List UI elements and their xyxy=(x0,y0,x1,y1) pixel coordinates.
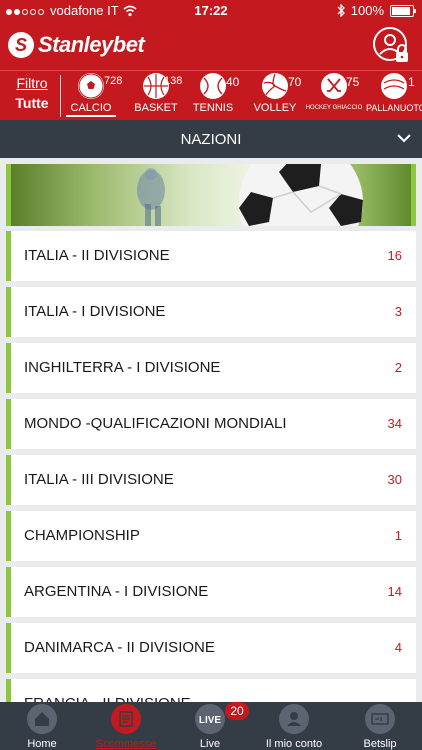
tab-label: Il mio conto xyxy=(265,738,323,750)
league-row[interactable]: CHAMPIONSHIP 1 xyxy=(6,511,416,561)
league-row[interactable]: ITALIA - I DIVISIONE 3 xyxy=(6,287,416,337)
hockey-sticks-icon xyxy=(321,73,347,99)
sport-label: HOCKEY GHIACCIO xyxy=(305,105,363,111)
tab-label: Home xyxy=(27,738,57,750)
league-row[interactable]: MONDO -QUALIFICAZIONI MONDIALI 34 xyxy=(6,399,416,449)
section-title: NAZIONI xyxy=(180,131,242,148)
league-name: DANIMARCA - II DIVISIONE xyxy=(24,639,215,656)
league-name: ARGENTINA - I DIVISIONE xyxy=(24,583,209,600)
battery-icon xyxy=(390,4,416,17)
league-name: INGHILTERRA - I DIVISIONE xyxy=(24,359,221,376)
volleyball-icon xyxy=(262,73,288,99)
league-count: 3 xyxy=(394,304,402,319)
tab-label: Betslip xyxy=(363,738,397,750)
league-count: 1 xyxy=(394,528,402,543)
sport-tab-tennis[interactable]: 40 TENNIS xyxy=(188,73,240,119)
bottom-tab-bar: Home Scommesse LIVE Live Il mio conto Be… xyxy=(0,702,422,750)
league-name: CHAMPIONSHIP xyxy=(24,527,140,544)
home-icon xyxy=(27,704,57,734)
sport-tab-basket[interactable]: 138 BASKET xyxy=(126,73,186,119)
tab-label: Scommesse xyxy=(95,738,157,750)
tennis-ball-icon xyxy=(200,73,226,99)
sport-label: CALCIO xyxy=(66,102,116,117)
filter-value: Tutte xyxy=(15,95,49,111)
battery-percent: 100% xyxy=(350,3,384,18)
logo-mark-icon: S xyxy=(8,32,34,58)
league-count: 16 xyxy=(387,248,402,263)
user-icon xyxy=(279,704,309,734)
tab-betslip[interactable]: Betslip xyxy=(338,702,422,750)
league-count: 30 xyxy=(387,472,402,487)
live-icon: LIVE xyxy=(195,704,225,734)
live-count-badge: 20 xyxy=(225,702,249,720)
tab-scommesse[interactable]: Scommesse xyxy=(84,702,168,750)
sport-tab-volley[interactable]: 70 VOLLEY xyxy=(250,73,302,119)
sport-count: 40 xyxy=(226,75,240,89)
status-bar: vodafone IT 17:22 100% xyxy=(0,0,422,22)
league-name: ITALIA - III DIVISIONE xyxy=(24,471,174,488)
betslip-icon xyxy=(365,704,395,734)
water-polo-icon xyxy=(381,73,407,99)
league-name: ITALIA - II DIVISIONE xyxy=(24,247,170,264)
league-row[interactable]: ITALIA - III DIVISIONE 30 xyxy=(6,455,416,505)
betting-coupon-icon xyxy=(111,704,141,734)
user-lock-icon xyxy=(373,27,408,62)
sport-label: PALLANUOTO xyxy=(366,103,422,113)
sport-label: BASKET xyxy=(134,102,178,114)
account-lock-button[interactable] xyxy=(372,26,412,66)
tab-label: Live xyxy=(199,738,221,750)
league-count: 34 xyxy=(387,416,402,431)
sport-count: 728 xyxy=(104,75,123,87)
bluetooth-icon xyxy=(337,4,345,17)
sport-label: VOLLEY xyxy=(253,102,297,114)
sport-count: 1 xyxy=(408,75,415,89)
svg-text:LIVE: LIVE xyxy=(199,715,222,726)
league-count: 2 xyxy=(394,360,402,375)
sports-bar: Filtro Tutte 728 CALCIO 138 BASKET 40 TE… xyxy=(0,70,422,121)
tab-il-mio-conto[interactable]: Il mio conto xyxy=(252,702,336,750)
league-row[interactable]: ITALIA - II DIVISIONE 16 xyxy=(6,231,416,281)
sport-tab-pallanuoto[interactable]: 1 PALLANUOTO xyxy=(366,73,422,119)
brand-name: Stanleybet xyxy=(38,32,145,57)
sport-tab-hockey[interactable]: 75 HOCKEY GHIACCIO xyxy=(304,73,364,119)
chevron-down-icon xyxy=(397,134,411,143)
tab-home[interactable]: Home xyxy=(0,702,84,750)
league-count: 4 xyxy=(394,640,402,655)
stanleybet-logo[interactable]: S Stanleybet xyxy=(8,32,145,58)
league-name: ITALIA - I DIVISIONE xyxy=(24,303,166,320)
filter-label: Filtro xyxy=(16,75,48,91)
sport-count: 75 xyxy=(346,75,360,89)
app-header: S Stanleybet xyxy=(0,22,422,70)
sport-label: TENNIS xyxy=(192,102,234,114)
nazioni-dropdown[interactable]: NAZIONI xyxy=(0,120,422,158)
soccer-ball-icon xyxy=(78,73,104,99)
soccer-banner-image xyxy=(137,164,363,226)
league-list: ITALIA - II DIVISIONE 16 ITALIA - I DIVIS… xyxy=(6,231,416,735)
league-row[interactable]: ARGENTINA - I DIVISIONE 14 xyxy=(6,567,416,617)
league-count: 14 xyxy=(387,584,402,599)
football-banner xyxy=(6,164,416,226)
league-row[interactable]: DANIMARCA - II DIVISIONE 4 xyxy=(6,623,416,673)
sport-count: 70 xyxy=(288,75,302,89)
sport-tab-calcio[interactable]: 728 CALCIO xyxy=(66,73,122,119)
league-row[interactable]: INGHILTERRA - I DIVISIONE 2 xyxy=(6,343,416,393)
sport-count: 138 xyxy=(164,75,183,87)
league-name: MONDO -QUALIFICAZIONI MONDIALI xyxy=(24,415,287,432)
filter-button[interactable]: Filtro Tutte xyxy=(8,75,56,111)
sports-divider xyxy=(60,75,61,117)
